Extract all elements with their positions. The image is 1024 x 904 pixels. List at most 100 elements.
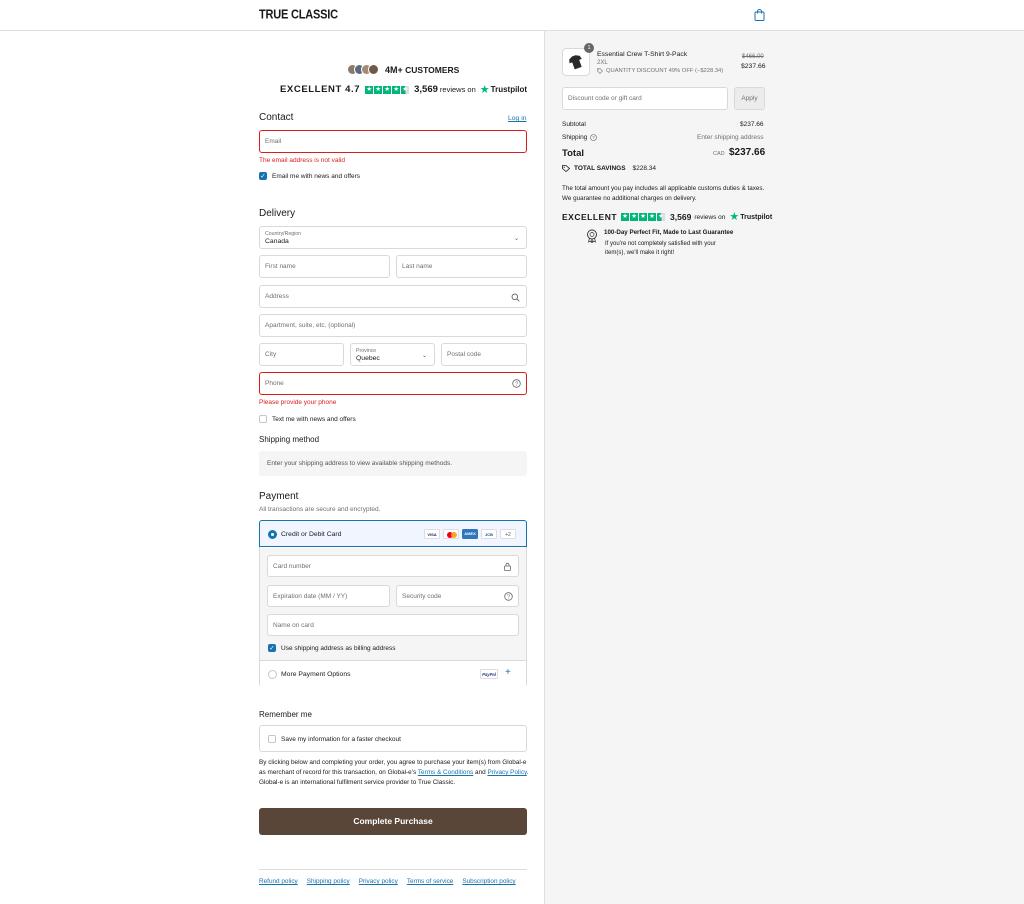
logo[interactable]: TRUE CLASSIC <box>259 8 338 22</box>
chevron-down-icon: ⌄ <box>513 236 519 242</box>
card-logos: VISA AMEX JCB +2 <box>424 529 516 539</box>
svg-text:?: ? <box>515 382 518 388</box>
city-field[interactable]: City <box>259 343 344 366</box>
login-link[interactable]: Log in <box>508 115 527 122</box>
shipping-value: Enter shipping address <box>697 134 764 141</box>
guarantee-text: If you're not completely satisfied with … <box>605 241 716 256</box>
payment-subtitle: All transactions are secure and encrypte… <box>259 506 381 513</box>
visa-icon: VISA <box>424 529 440 539</box>
trustpilot-star-icon: ★ <box>729 211 740 223</box>
more-payment-options[interactable]: More Payment Options PayPal + <box>260 660 526 687</box>
tp-reviews-on: reviews on <box>694 213 726 221</box>
credit-card-option[interactable]: Credit or Debit Card VISA AMEX JCB +2 <box>259 520 527 547</box>
terms-of-service-link[interactable]: Terms of service <box>407 878 454 885</box>
footer-divider <box>259 869 527 870</box>
address-field[interactable]: Address <box>259 285 527 308</box>
billing-same-checkbox-row[interactable]: ✓ Use shipping address as billing addres… <box>268 644 396 652</box>
trustpilot-logo: ★ Trustpilot <box>729 211 773 223</box>
item-size: 2XL <box>597 60 608 66</box>
shipping-method-box: Enter your shipping address to view avai… <box>259 451 527 476</box>
trustpilot-summary: EXCELLENT ★ ★ ★ ★ ★ 3,569 reviews on ★ T… <box>562 211 773 223</box>
refund-policy-link[interactable]: Refund policy <box>259 878 298 885</box>
paypal-icon: PayPal <box>480 669 498 679</box>
subscription-policy-link[interactable]: Subscription policy <box>462 878 515 885</box>
half-star-icon: ★ <box>401 85 410 94</box>
country-select[interactable]: Country/Region Canada ⌄ <box>259 226 527 249</box>
remember-box: Save my information for a faster checkou… <box>259 725 527 752</box>
star-icon: ★ <box>383 85 392 94</box>
save-info-checkbox-row[interactable]: Save my information for a faster checkou… <box>268 735 401 743</box>
remember-heading: Remember me <box>259 710 312 719</box>
total-label: Total <box>562 148 584 159</box>
help-icon[interactable]: ? <box>590 134 598 141</box>
plus-icon[interactable]: + <box>505 667 511 678</box>
tp-excellent: EXCELLENT <box>562 212 618 222</box>
name-on-card-field[interactable]: Name on card <box>267 614 519 636</box>
text-news-label: Text me with news and offers <box>272 415 356 423</box>
customers-badge: 4M+ CUSTOMERS <box>347 64 459 75</box>
rating-stars: ★ ★ ★ ★ ★ <box>365 85 410 94</box>
complete-purchase-button[interactable]: Complete Purchase <box>259 808 527 835</box>
shipping-policy-link[interactable]: Shipping policy <box>307 878 350 885</box>
shopping-bag-icon[interactable] <box>754 9 765 21</box>
item-price: $237.66 <box>741 63 766 70</box>
svg-text:?: ? <box>593 135 596 140</box>
first-name-field[interactable]: First name <box>259 255 390 278</box>
order-summary-panel <box>544 31 1024 904</box>
subtotal-value: $237.66 <box>740 121 764 128</box>
trustpilot-logo: ★ Trustpilot <box>479 83 528 96</box>
privacy-policy-footer-link[interactable]: Privacy policy <box>359 878 398 885</box>
star-icon: ★ <box>648 213 657 221</box>
mastercard-icon <box>443 529 459 539</box>
email-news-checkbox[interactable]: ✓ <box>259 172 267 180</box>
credit-card-label: Credit or Debit Card <box>281 531 342 538</box>
province-label: Province <box>356 348 377 354</box>
apply-button[interactable]: Apply <box>734 87 765 110</box>
billing-same-checkbox[interactable]: ✓ <box>268 644 276 652</box>
save-info-label: Save my information for a faster checkou… <box>281 735 401 743</box>
expiration-field[interactable]: Expiration date (MM / YY) <box>267 585 390 607</box>
postal-code-field[interactable]: Postal code <box>441 343 527 366</box>
help-icon[interactable]: ? <box>504 592 513 601</box>
chevron-down-icon: ⌄ <box>421 353 427 359</box>
security-code-field[interactable]: Security code ? <box>396 585 519 607</box>
billing-same-label: Use shipping address as billing address <box>281 644 396 652</box>
discount-code-input[interactable]: Discount code or gift card <box>562 87 728 110</box>
quantity-badge: 1 <box>584 43 594 53</box>
phone-field[interactable]: Phone ? <box>259 372 527 395</box>
apartment-field[interactable]: Apartment, suite, etc. (optional) <box>259 314 527 337</box>
province-select[interactable]: Province Quebec ⌄ <box>350 343 435 366</box>
contact-heading: Contact <box>259 112 294 123</box>
province-value: Quebec <box>356 355 380 362</box>
email-field[interactable]: Email <box>259 130 527 153</box>
customers-label: CUSTOMERS <box>405 64 460 75</box>
text-news-checkbox-row[interactable]: Text me with news and offers <box>259 415 356 423</box>
more-payment-label: More Payment Options <box>281 671 351 678</box>
shipping-row: Shipping ? <box>562 134 598 141</box>
half-star-icon: ★ <box>657 213 666 221</box>
more-payment-radio[interactable] <box>268 670 277 679</box>
avatar <box>368 64 379 75</box>
last-name-field[interactable]: Last name <box>396 255 527 278</box>
star-icon: ★ <box>374 85 383 94</box>
reviews-on-label: reviews on <box>439 85 476 94</box>
text-news-checkbox[interactable] <box>259 415 267 423</box>
customers-count: 4M+ <box>385 64 403 75</box>
star-icon: ★ <box>365 85 374 94</box>
trustpilot-rating: EXCELLENT 4.7 ★ ★ ★ ★ ★ 3,569 reviews on… <box>280 84 527 95</box>
subtotal-label: Subtotal <box>562 121 586 128</box>
shipping-method-message: Enter your shipping address to view avai… <box>267 460 452 467</box>
card-number-field[interactable]: Card number <box>267 555 519 577</box>
review-count: 3,569 <box>414 84 438 95</box>
star-icon: ★ <box>630 213 639 221</box>
email-news-checkbox-row[interactable]: ✓ Email me with news and offers <box>259 172 360 180</box>
header: TRUE CLASSIC <box>0 0 1024 31</box>
star-icon: ★ <box>621 213 630 221</box>
credit-card-radio[interactable] <box>268 530 277 539</box>
terms-link[interactable]: Terms & Conditions <box>418 769 473 776</box>
save-info-checkbox[interactable] <box>268 735 276 743</box>
original-price: $466.00 <box>742 54 764 60</box>
privacy-policy-link[interactable]: Privacy Policy <box>487 769 526 776</box>
help-icon[interactable]: ? <box>512 379 521 388</box>
jcb-icon: JCB <box>481 529 497 539</box>
